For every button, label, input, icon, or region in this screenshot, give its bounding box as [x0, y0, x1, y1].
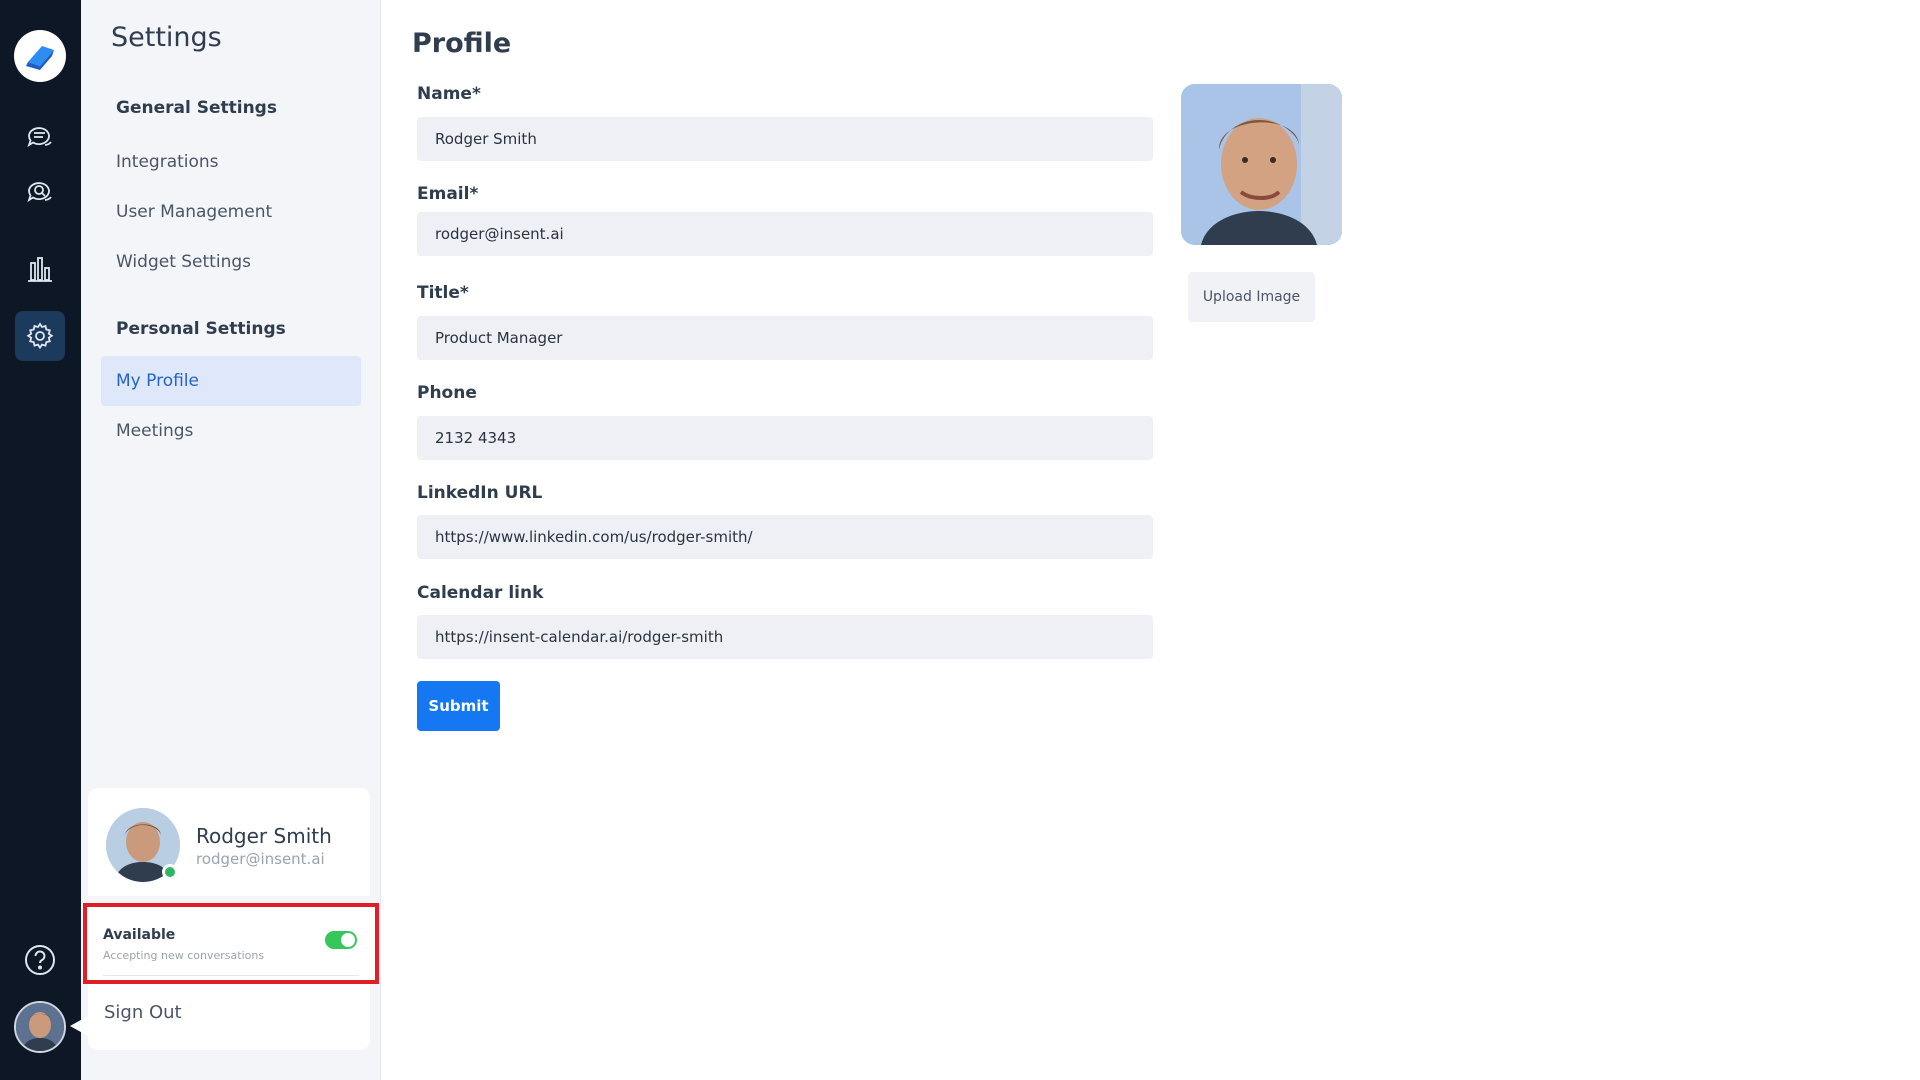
user-name: Rodger Smith [196, 824, 332, 848]
availability-section: Available Accepting new conversations [83, 903, 379, 984]
availability-sublabel: Accepting new conversations [103, 949, 265, 962]
name-label: Name* [417, 84, 481, 104]
toggle-knob [341, 933, 355, 947]
conversations-icon[interactable] [15, 113, 65, 163]
title-input[interactable] [417, 316, 1153, 360]
sign-out-button[interactable]: Sign Out [104, 1002, 182, 1023]
user-avatar-icon[interactable] [14, 1001, 66, 1053]
linkedin-label: LinkedIn URL [417, 483, 543, 503]
user-card: Rodger Smith rodger@insent.ai [88, 788, 370, 896]
sidebar-item-meetings[interactable]: Meetings [101, 406, 361, 456]
user-email: rodger@insent.ai [196, 850, 325, 868]
sidebar-item-user-management[interactable]: User Management [101, 187, 361, 237]
search-conversations-icon[interactable] [15, 168, 65, 218]
app-logo-icon[interactable] [14, 30, 66, 82]
settings-icon[interactable] [15, 311, 65, 361]
help-icon[interactable] [23, 943, 57, 977]
calendar-input[interactable] [417, 615, 1153, 659]
sidebar-item-widget-settings[interactable]: Widget Settings [101, 237, 361, 287]
group-general-settings: General Settings [116, 98, 277, 118]
popup-pointer [70, 1016, 88, 1036]
upload-image-button[interactable]: Upload Image [1188, 272, 1315, 322]
calendar-label: Calendar link [417, 583, 544, 603]
profile-photo [1181, 84, 1342, 245]
signout-section: Sign Out [88, 984, 370, 1050]
group-personal-settings: Personal Settings [116, 319, 286, 339]
availability-toggle[interactable] [325, 931, 357, 949]
email-label: Email* [417, 184, 479, 204]
sidebar-item-integrations[interactable]: Integrations [101, 137, 361, 187]
page-title: Profile [412, 28, 512, 59]
sidebar-item-my-profile[interactable]: My Profile [101, 356, 361, 406]
online-status-dot [162, 864, 178, 880]
submit-button[interactable]: Submit [417, 681, 500, 731]
availability-label: Available [103, 927, 176, 943]
phone-label: Phone [417, 383, 477, 403]
analytics-icon[interactable] [15, 245, 65, 295]
linkedin-input[interactable] [417, 515, 1153, 559]
phone-input[interactable] [417, 416, 1153, 460]
title-label: Title* [417, 283, 469, 303]
sidebar-title: Settings [111, 22, 222, 53]
divider [103, 975, 359, 976]
icon-rail [0, 0, 81, 1080]
name-input[interactable] [417, 117, 1153, 161]
email-input[interactable] [417, 212, 1153, 256]
